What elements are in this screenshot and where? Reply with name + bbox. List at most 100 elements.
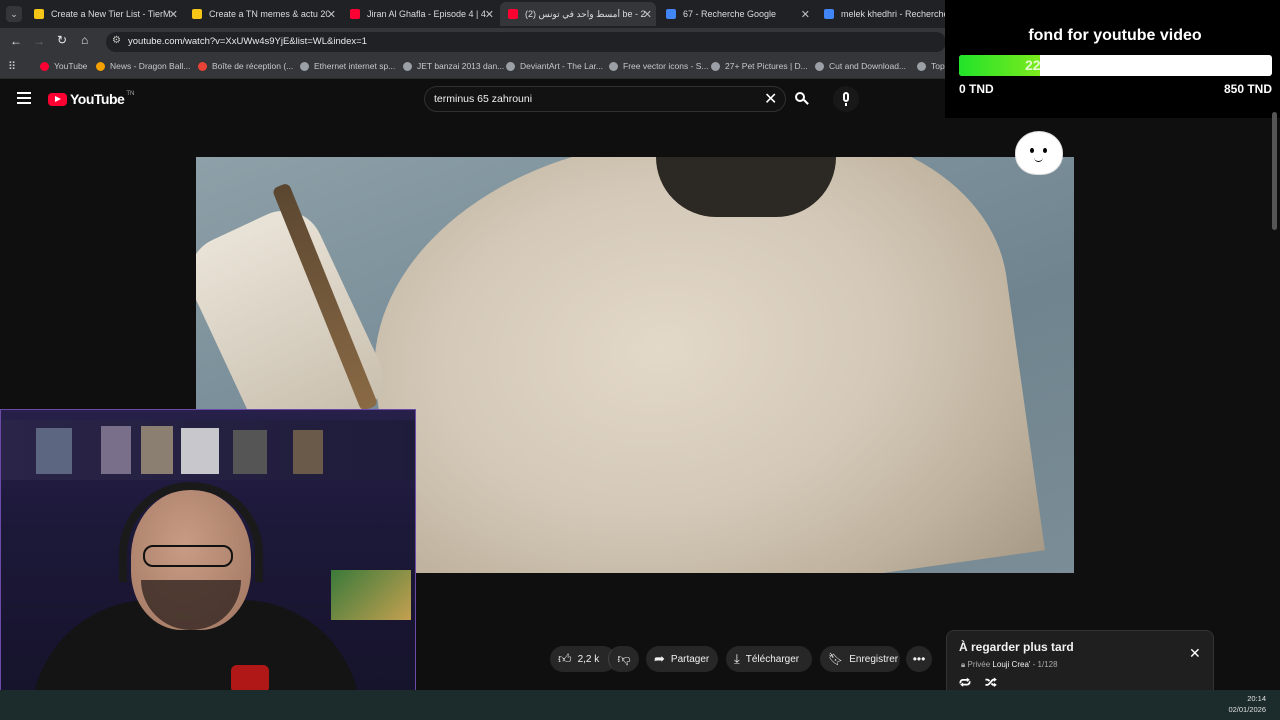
like-button[interactable]: 👍︎ 2,2 k — [550, 646, 616, 672]
back-icon[interactable]: ← — [10, 34, 22, 48]
donation-min-label: 0 TND — [959, 82, 994, 96]
browser-tab[interactable]: 67 - Recherche Google ✕ — [658, 2, 814, 26]
tab-favicon-icon — [350, 9, 360, 19]
bookmark-item[interactable]: Ethernet internet sp... — [300, 61, 395, 71]
share-icon: ➦ — [654, 651, 665, 666]
taskbar-clock[interactable]: 20:14 02/01/2026 — [1228, 693, 1266, 715]
more-actions-button[interactable]: ••• — [906, 646, 932, 672]
youtube-country-code: TN — [126, 91, 135, 97]
bookmark-label: News - Dragon Ball... — [110, 61, 191, 71]
os-taskbar: 20:14 02/01/2026 — [0, 690, 1280, 720]
download-button[interactable]: ⤓ Télécharger — [726, 646, 812, 672]
forward-icon[interactable]: → — [33, 34, 45, 48]
webcam-hoodie-logo — [231, 665, 269, 693]
bookmark-item[interactable]: Boîte de réception (... — [198, 61, 293, 71]
bookmark-item[interactable]: News - Dragon Ball... — [96, 61, 190, 71]
close-tab-icon[interactable]: ✕ — [485, 8, 494, 21]
bookmark-item[interactable]: Free vector icons - S... — [609, 61, 709, 71]
bookmark-favicon-icon — [609, 61, 618, 71]
bookmark-label: Boîte de réception (... — [212, 61, 294, 71]
webcam-glasses — [143, 545, 233, 567]
video-frame-figure — [347, 157, 1045, 573]
bookmark-item[interactable]: 27+ Pet Pictures | D... — [711, 61, 808, 71]
tab-title: Create a New Tier List - TierMaker — [51, 9, 171, 19]
bookmark-label: Ethernet internet sp... — [314, 61, 396, 71]
tab-title: Jiran Al Ghafla - Episode 4 | 4 — [367, 9, 486, 19]
like-count: 2,2 k — [577, 653, 600, 665]
bookmark-label: Cut and Download... — [829, 61, 907, 71]
taskbar-date: 02/01/2026 — [1228, 705, 1266, 714]
youtube-logo-text: YouTube — [70, 91, 125, 107]
bookmark-item[interactable]: Cut and Download... — [815, 61, 906, 71]
taskbar-time: 20:14 — [1247, 694, 1266, 703]
youtube-logo[interactable]: YouTube TN — [48, 91, 134, 107]
site-info-icon[interactable]: ⚙ — [112, 35, 121, 46]
reload-icon[interactable]: ↻ — [57, 33, 67, 47]
apps-grid-icon[interactable]: ⠿ — [8, 60, 16, 73]
thumbs-down-icon: 👎︎ — [617, 651, 631, 666]
bookmark-item[interactable]: Top — [917, 61, 945, 71]
browser-tab[interactable]: Jiran Al Ghafla - Episode 4 | 4 ✕ — [342, 2, 498, 26]
youtube-play-icon — [48, 92, 67, 106]
download-icon: ⤓ — [734, 651, 740, 666]
share-button[interactable]: ➦ Partager — [646, 646, 718, 672]
tab-title: melek khedhri - Recherche Google — [841, 9, 961, 19]
tab-title: 67 - Recherche Google — [683, 9, 777, 19]
close-playlist-icon[interactable]: ✕ — [1189, 645, 1201, 662]
download-label: Télécharger — [745, 653, 800, 665]
browser-tab[interactable]: أمسط واحد في تونس (2) be - 2 ✕ — [500, 2, 656, 26]
donation-title: fond for youtube video — [1028, 27, 1202, 44]
playlist-owner[interactable]: Louji Crea' — [992, 660, 1030, 669]
bookmark-label: 27+ Pet Pictures | D... — [725, 61, 808, 71]
bookmark-favicon-icon — [300, 61, 309, 71]
close-tab-icon[interactable]: ✕ — [169, 8, 178, 21]
save-label: Enregistrer — [849, 653, 899, 665]
tab-favicon-icon — [666, 9, 676, 19]
playlist-privacy: Privée — [967, 660, 991, 669]
bookmark-item[interactable]: DeviantArt - The Lar... — [506, 61, 603, 71]
close-tab-icon[interactable]: ✕ — [643, 8, 652, 21]
search-input[interactable]: terminus 65 zahrouni — [434, 93, 532, 105]
page-scrollbar-thumb[interactable] — [1272, 112, 1277, 230]
bookmark-label: Free vector icons - S... — [623, 61, 709, 71]
bookmark-favicon-icon — [198, 61, 207, 71]
bookmark-label: Top — [931, 61, 945, 71]
bookmark-favicon-icon — [506, 61, 515, 71]
playlist-title[interactable]: À regarder plus tard — [959, 640, 1074, 654]
more-icon: ••• — [912, 652, 926, 666]
menu-icon[interactable] — [17, 92, 31, 104]
playlist-position: - 1/128 — [1032, 660, 1058, 669]
search-icon[interactable] — [795, 92, 809, 106]
thumbs-up-icon: 👍︎ — [558, 651, 572, 666]
bookmark-item[interactable]: YouTube — [40, 61, 87, 71]
bookmark-favicon-icon — [917, 61, 926, 71]
ghost-sticker — [1015, 131, 1063, 175]
bookmark-label: YouTube — [54, 61, 88, 71]
bookmark-favicon-icon — [815, 61, 824, 71]
bookmark-favicon-icon — [403, 61, 412, 71]
clear-search-icon[interactable]: ✕ — [764, 89, 777, 109]
bookmark-favicon-icon — [711, 61, 720, 71]
tab-title: أمسط واحد في تونس (2) be - 2 — [525, 8, 645, 19]
tab-favicon-icon — [824, 9, 834, 19]
url-text[interactable]: youtube.com/watch?v=XxUWw4s9YjE&list=WL&… — [128, 36, 367, 47]
webcam-headphones-icon — [119, 482, 263, 582]
playlist-panel: À regarder plus tard 🔒︎ Privée Louji Cre… — [946, 630, 1214, 692]
tab-favicon-icon — [508, 9, 518, 19]
lock-icon: 🔒︎ — [961, 660, 966, 669]
browser-tab[interactable]: Create a New Tier List - TierMaker✕ — [26, 2, 182, 26]
home-icon[interactable]: ⌂ — [81, 33, 88, 47]
tab-title: Create a TN memes & actu 2025 — [209, 9, 329, 19]
close-tab-icon[interactable]: ✕ — [327, 8, 336, 21]
webcam-shelf — [1, 420, 415, 480]
bookmark-favicon-icon — [96, 61, 105, 71]
tab-search-icon[interactable]: ⌄ — [6, 6, 22, 22]
webcam-overlay — [0, 409, 416, 720]
bookmark-favicon-icon — [40, 61, 49, 71]
browser-tab[interactable]: Create a TN memes & actu 2025 ✕ — [184, 2, 340, 26]
dislike-button[interactable]: 👎︎ — [608, 646, 639, 672]
bookmark-item[interactable]: JET banzai 2013 dan... — [403, 61, 504, 71]
voice-search-icon[interactable] — [833, 86, 859, 112]
save-button[interactable]: 🔖︎ Enregistrer — [820, 646, 900, 672]
close-tab-icon[interactable]: ✕ — [801, 8, 810, 21]
